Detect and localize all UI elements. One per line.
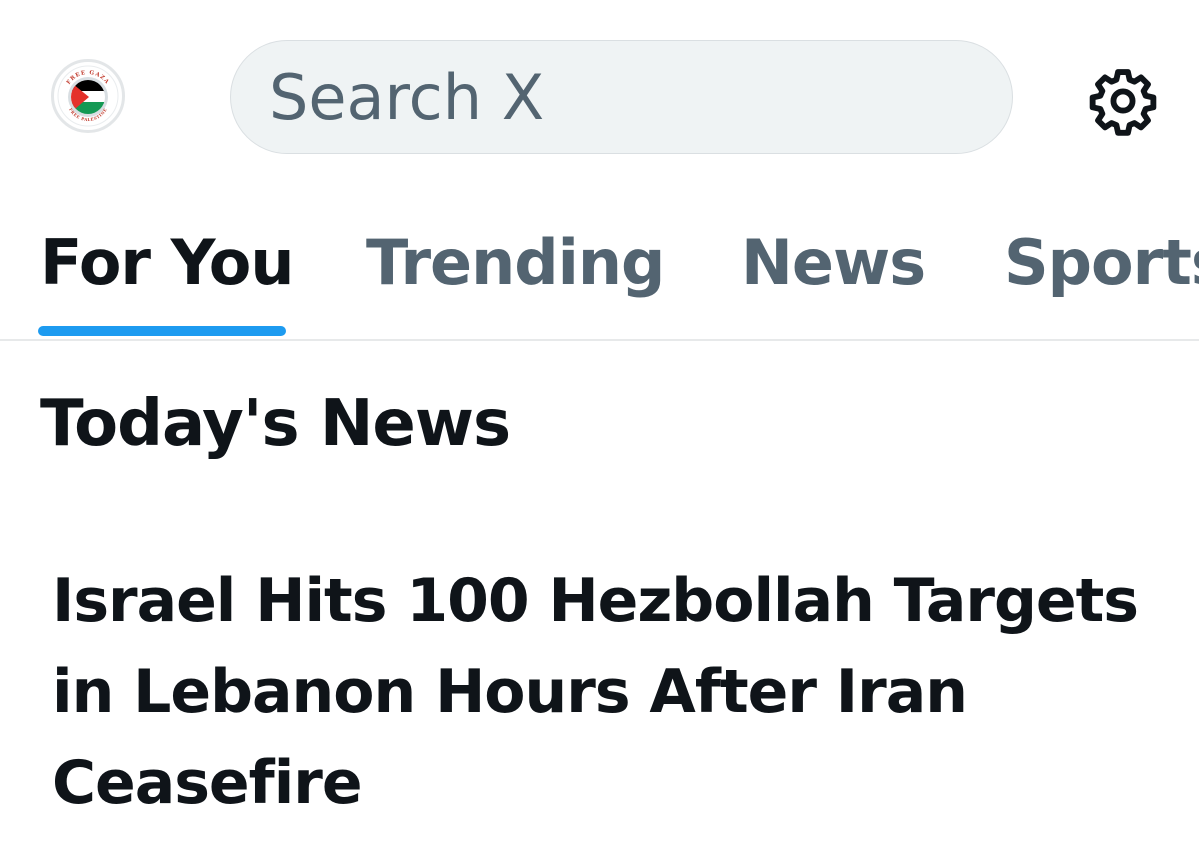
active-tab-indicator: [38, 326, 286, 336]
news-headline[interactable]: Israel Hits 100 Hezbollah Targets in Leb…: [52, 556, 1172, 829]
search-input[interactable]: [269, 61, 959, 133]
settings-button[interactable]: [1086, 64, 1160, 138]
palestine-flag-avatar-icon: FREE GAZA FREE PALESTINE: [57, 65, 119, 127]
section-title: Today's News: [40, 387, 511, 461]
tab-trending[interactable]: Trending: [366, 232, 665, 294]
explore-screen: FREE GAZA FREE PALESTINE For You Trendin…: [0, 0, 1199, 855]
tabs-divider: [0, 339, 1199, 341]
tab-news[interactable]: News: [741, 232, 926, 294]
explore-tabs: For You Trending News Sports: [0, 200, 1199, 340]
profile-avatar[interactable]: FREE GAZA FREE PALESTINE: [51, 59, 125, 133]
tab-for-you[interactable]: For You: [40, 232, 295, 294]
gear-icon: [1089, 69, 1157, 136]
tab-sports[interactable]: Sports: [1004, 232, 1199, 294]
search-box[interactable]: [230, 40, 1013, 154]
